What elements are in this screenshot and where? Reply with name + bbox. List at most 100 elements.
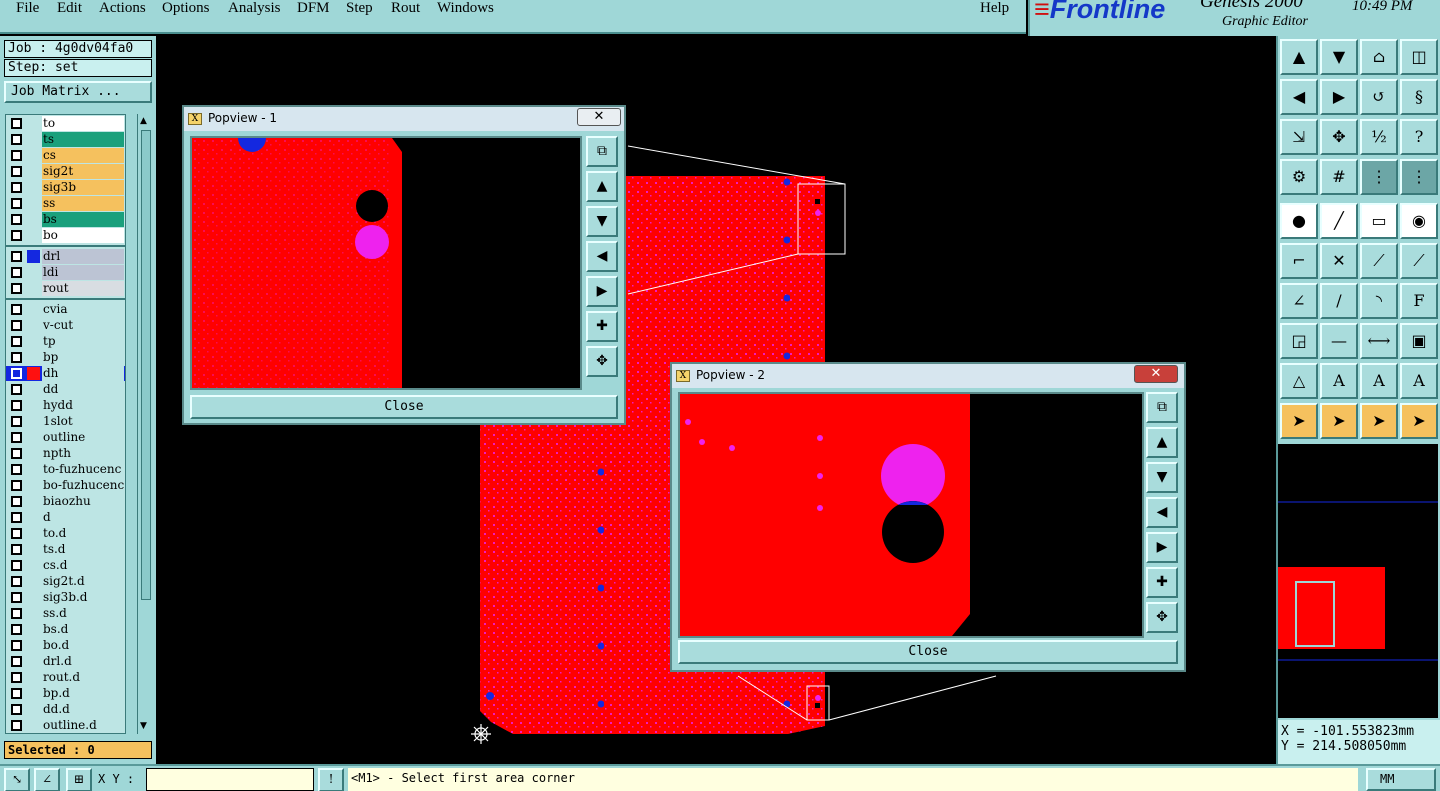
layer-checkbox[interactable] [11,251,22,262]
layer-checkbox[interactable] [11,592,22,603]
scroll-down-icon[interactable]: ▼ [140,721,147,731]
menu-windows[interactable]: Windows [437,0,494,17]
menu-analysis[interactable]: Analysis [228,0,281,17]
layer-row-bs[interactable]: bs [6,212,125,227]
layer-row-bp[interactable]: bp [6,350,125,365]
layer-checkbox[interactable] [11,512,22,523]
layer-row-cvia[interactable]: cvia [6,302,125,317]
home-icon[interactable]: ⌂ [1360,39,1398,75]
scroll-up-icon[interactable]: ▲ [140,116,147,126]
pointer-net-icon[interactable]: ➤ [1400,403,1438,439]
layer-checkbox[interactable] [11,416,22,427]
layer-row-ldi[interactable]: ldi [6,265,125,280]
layer-row-tp[interactable]: tp [6,334,125,349]
layer-checkbox[interactable] [11,384,22,395]
letter-a-up-icon[interactable]: A [1320,363,1358,399]
layer-row-ts.d[interactable]: ts.d [6,542,125,557]
layer-row-sig3b[interactable]: sig3b [6,180,125,195]
popview-1-close-icon[interactable]: ✕ [577,108,621,126]
overview-panel[interactable] [1278,444,1438,718]
arc-icon[interactable]: ◝ [1360,283,1398,319]
layer-checkbox[interactable] [11,304,22,315]
layer-row-hydd[interactable]: hydd [6,398,125,413]
pan-right-icon[interactable]: ▶ [1320,79,1358,115]
menu-edit[interactable]: Edit [57,0,82,17]
layer-checkbox[interactable] [11,656,22,667]
layer-checkbox[interactable] [11,576,22,587]
layer-row-drl.d[interactable]: drl.d [6,654,125,669]
measure-ruler-icon[interactable]: ▭ [1360,203,1398,239]
corner-icon[interactable]: ◲ [1280,323,1318,359]
angle-icon[interactable]: ∠ [1280,283,1318,319]
pointer-box-icon[interactable]: ➤ [1320,403,1358,439]
layer-row-rout[interactable]: rout [6,281,125,296]
layer-row-drl[interactable]: drl [6,249,125,264]
layer-checkbox[interactable] [11,230,22,241]
connect-icon[interactable]: ⌐ [1280,243,1318,279]
popview-2-close-button[interactable]: Close [678,640,1178,664]
zoom-center-icon[interactable]: ✥ [1320,119,1358,155]
layer-row-sig2t[interactable]: sig2t [6,164,125,179]
layer-checkbox[interactable] [11,624,22,635]
menu-file[interactable]: File [16,0,39,17]
layer-row-ss.d[interactable]: ss.d [6,606,125,621]
layer-row-d[interactable]: d [6,510,125,525]
resize-icon[interactable]: ⟷ [1360,323,1398,359]
pop-tool-zoom-out-icon[interactable]: ✥ [1146,602,1178,633]
pop-tool-zoom-out-icon[interactable]: ✥ [586,346,618,377]
menu-rout[interactable]: Rout [391,0,420,17]
layer-row-bo-fuzhucenc[interactable]: bo-fuzhucenc [6,478,125,493]
layer-checkbox[interactable] [11,688,22,699]
menu-step[interactable]: Step [346,0,373,17]
layer-checkbox[interactable] [11,672,22,683]
pointer-target-icon[interactable]: ➤ [1360,403,1398,439]
tools-icon[interactable]: ⚙ [1280,159,1318,195]
layer-checkbox[interactable] [11,320,22,331]
layer-row-to-fuzhucenc[interactable]: to-fuzhucenc [6,462,125,477]
layer-checkbox[interactable] [11,134,22,145]
dash-icon[interactable]: — [1320,323,1358,359]
triangle-icon[interactable]: △ [1280,363,1318,399]
layer-row-dh[interactable]: dh [6,366,125,381]
pop-tool-fit-icon[interactable]: ⧉ [1146,392,1178,423]
layer-checkbox[interactable] [11,704,22,715]
popview-1-close-button[interactable]: Close [190,395,618,419]
layer-checkbox[interactable] [11,336,22,347]
layer-row-outline.d[interactable]: outline.d [6,718,125,733]
layer-scrollbar[interactable]: ▲ ▼ [137,114,154,734]
pop-tool-left-icon[interactable]: ◀ [586,241,618,272]
layer-checkbox[interactable] [11,267,22,278]
layer-row-dd.d[interactable]: dd.d [6,702,125,717]
menu-dfm[interactable]: DFM [297,0,330,17]
popview-1-titlebar[interactable]: X Popview - 1 ✕ [184,107,624,131]
pop-tool-right-icon[interactable]: ▶ [586,276,618,307]
layer-checkbox[interactable] [11,496,22,507]
layer-checkbox[interactable] [11,720,22,731]
layer-row-outline[interactable]: outline [6,430,125,445]
layer-checkbox[interactable] [11,480,22,491]
scale-1-2-icon[interactable]: ½ [1360,119,1398,155]
layer-row-ts[interactable]: ts [6,132,125,147]
layer-row-sig2t.d[interactable]: sig2t.d [6,574,125,589]
layer-row-bs.d[interactable]: bs.d [6,622,125,637]
layer-row-dd[interactable]: dd [6,382,125,397]
snap-mode-icon[interactable]: ⤡ [4,768,30,791]
xy-input[interactable] [146,768,314,791]
menu-actions[interactable]: Actions [99,0,146,17]
pad-select-icon[interactable]: ◉ [1400,203,1438,239]
menu-options[interactable]: Options [162,0,210,17]
layer-checkbox[interactable] [11,640,22,651]
popview-1-view[interactable] [190,136,582,390]
layer-checkbox[interactable] [11,400,22,411]
net-compare-icon[interactable]: ⋮ [1400,159,1438,195]
pop-tool-up-icon[interactable]: ▲ [1146,427,1178,458]
popview-2-close-icon[interactable]: ✕ [1134,365,1178,383]
angle-mode-icon[interactable]: ∠ [34,768,60,791]
layer-row-sig3b.d[interactable]: sig3b.d [6,590,125,605]
pop-tool-up-icon[interactable]: ▲ [586,171,618,202]
slash-icon[interactable]: / [1320,283,1358,319]
layer-row-bp.d[interactable]: bp.d [6,686,125,701]
layer-checkbox[interactable] [11,166,22,177]
layer-checkbox[interactable] [11,214,22,225]
layer-checkbox[interactable] [11,368,22,379]
